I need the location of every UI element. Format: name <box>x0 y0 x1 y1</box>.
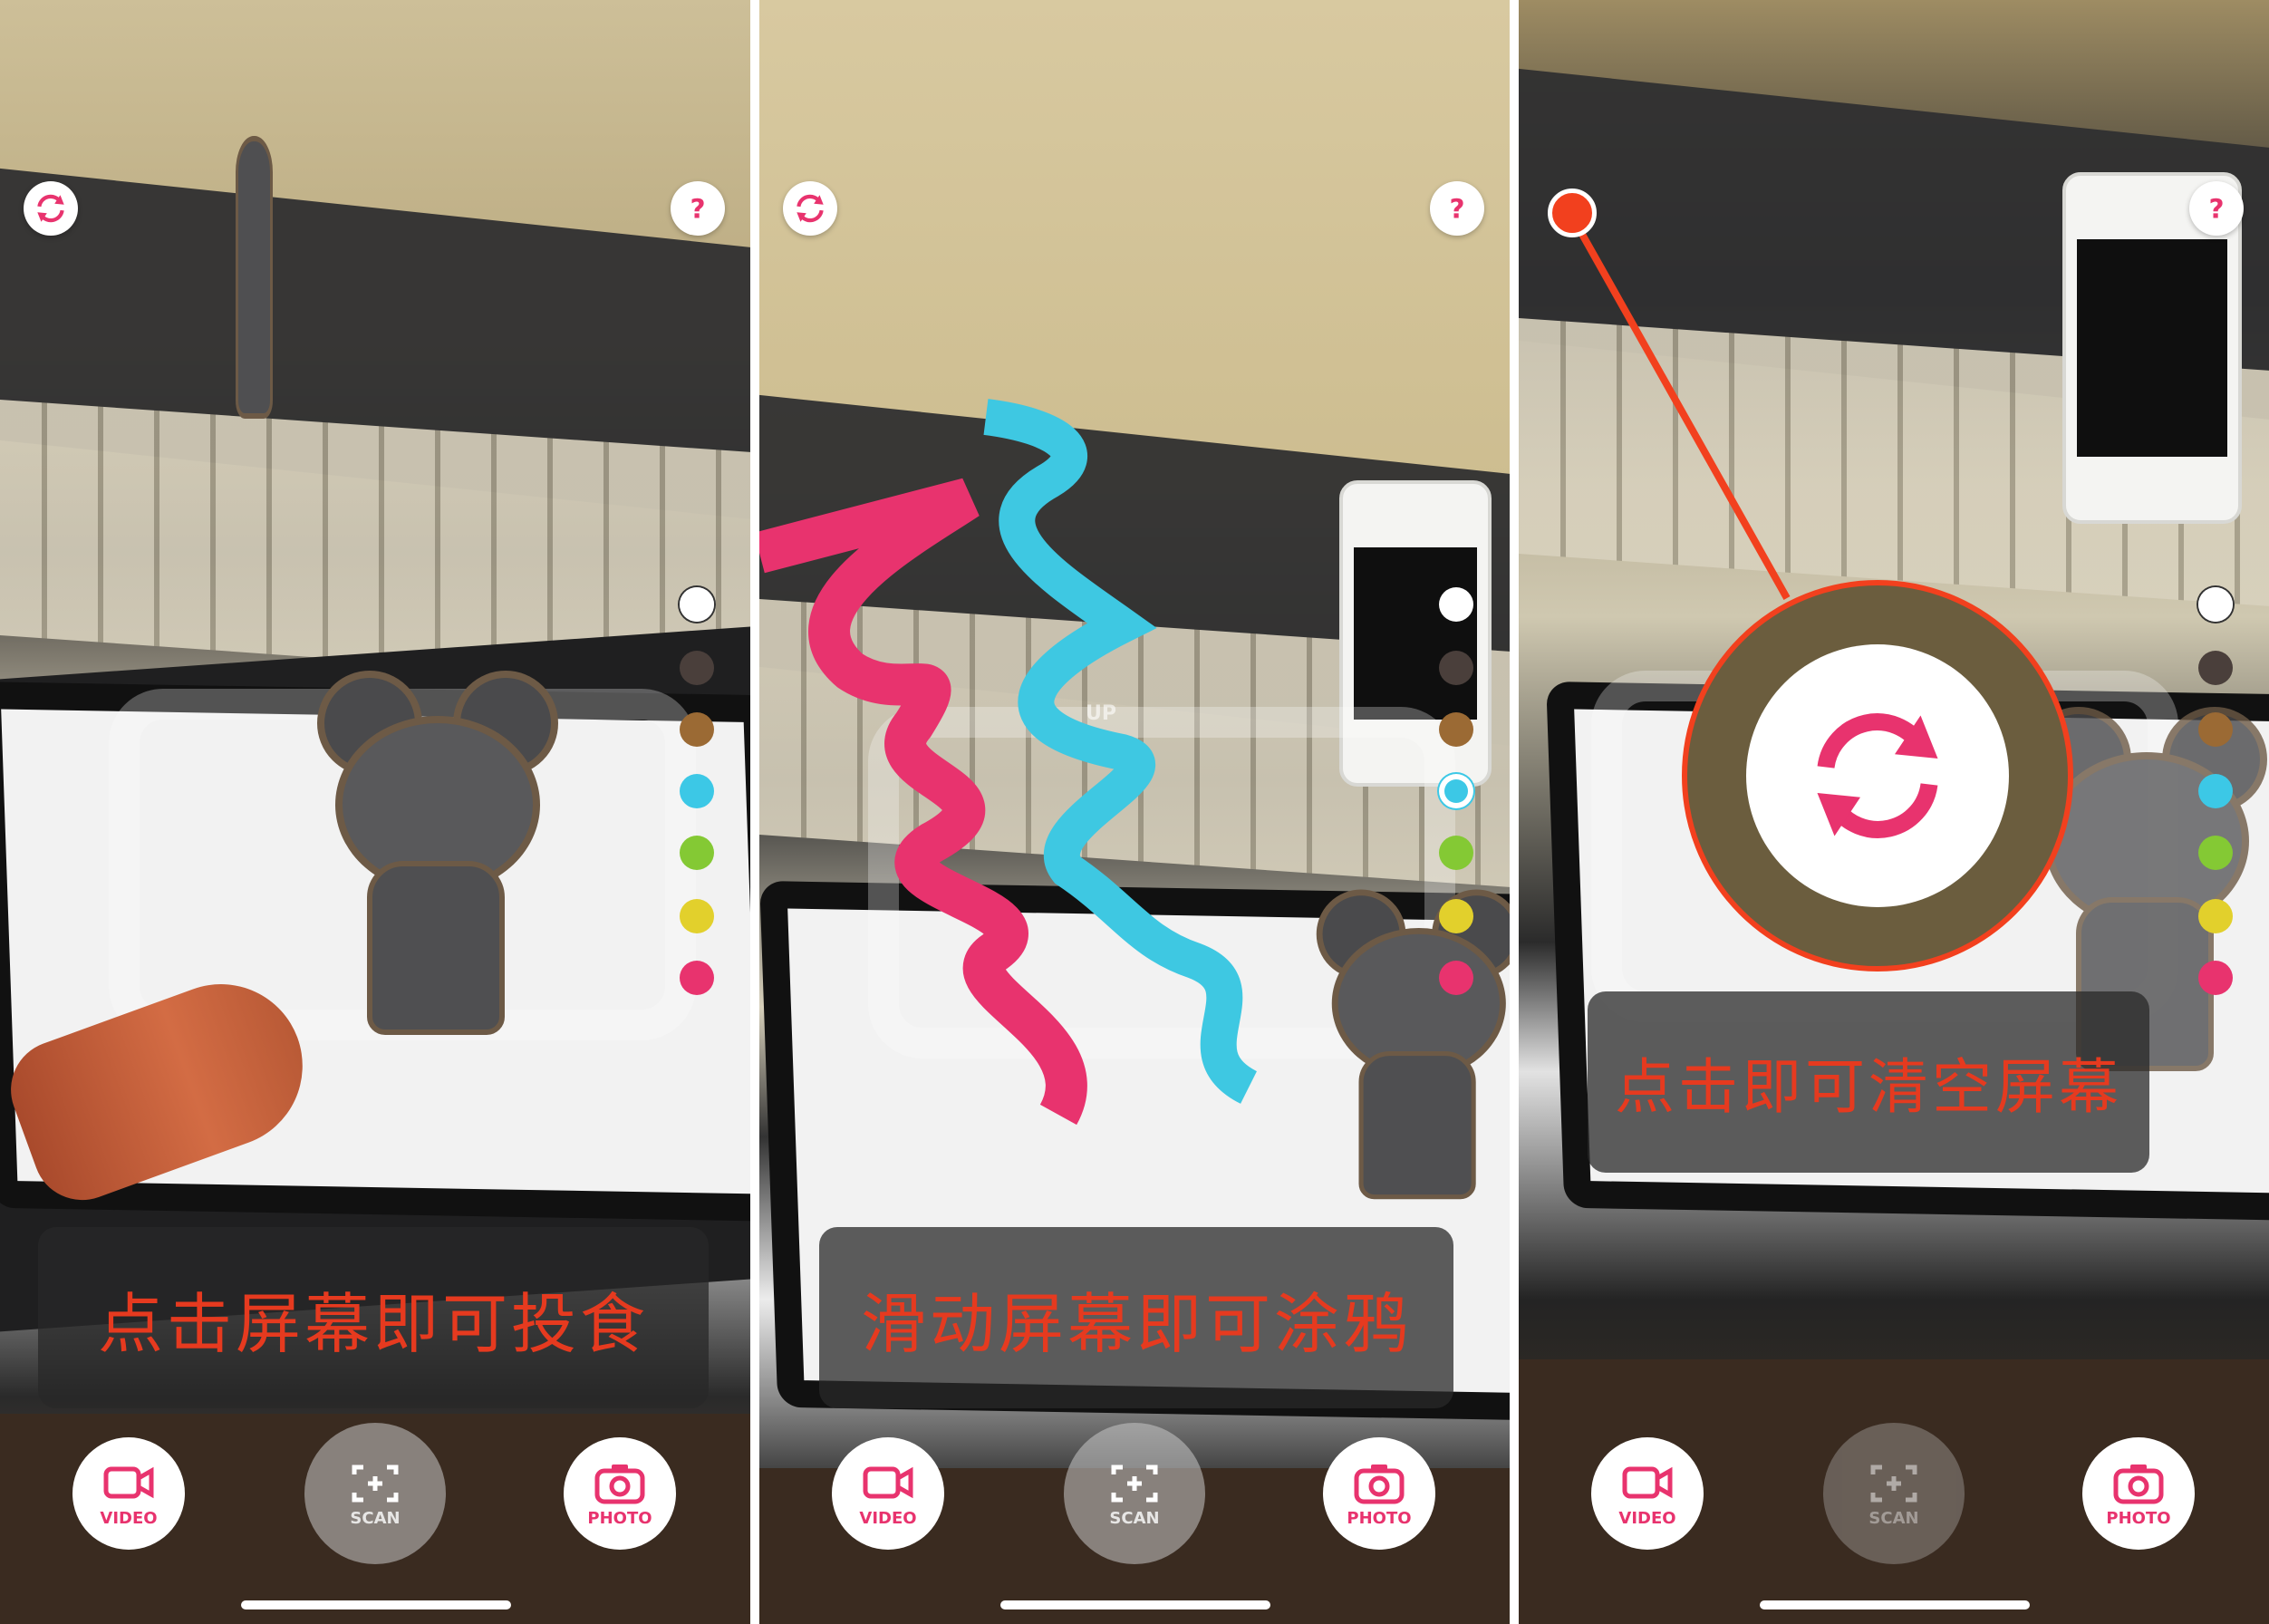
color-swatch-white[interactable] <box>680 587 714 622</box>
color-swatch-yellow[interactable] <box>1439 899 1473 933</box>
camera-icon <box>594 1464 645 1503</box>
svg-text:?: ? <box>690 194 705 225</box>
photo-button[interactable]: PHOTO <box>564 1437 676 1550</box>
home-indicator <box>1760 1600 2030 1610</box>
zoomed-reset-button <box>1746 644 2009 907</box>
color-swatch-brown[interactable] <box>1439 712 1473 747</box>
scan-button[interactable]: SCAN <box>1064 1423 1205 1564</box>
help-button[interactable]: ? <box>671 181 725 236</box>
refresh-icon <box>797 194 824 223</box>
hint-box: 点击屏幕即可投食 <box>38 1227 709 1408</box>
color-swatch-dark-brown[interactable] <box>2198 651 2233 685</box>
color-swatch-yellow[interactable] <box>680 899 714 933</box>
help-button[interactable]: ? <box>1430 181 1484 236</box>
color-swatch-dark-brown[interactable] <box>680 651 714 685</box>
question-icon: ? <box>2208 194 2224 225</box>
color-swatch-brown[interactable] <box>680 712 714 747</box>
color-swatch-cyan[interactable] <box>1439 774 1473 808</box>
ar-mouse-character <box>317 671 558 1051</box>
color-swatch-cyan[interactable] <box>680 774 714 808</box>
video-button[interactable]: VIDEO <box>832 1437 944 1550</box>
photo-label: PHOTO <box>2106 1508 2171 1528</box>
svg-text:?: ? <box>1449 194 1464 225</box>
scan-label: SCAN <box>1109 1508 1160 1528</box>
color-swatch-cyan[interactable] <box>2198 774 2233 808</box>
color-swatch-pink[interactable] <box>1439 961 1473 995</box>
color-swatch-green[interactable] <box>1439 836 1473 870</box>
photo-button[interactable]: PHOTO <box>1323 1437 1435 1550</box>
video-label: VIDEO <box>859 1508 917 1528</box>
video-label: VIDEO <box>100 1508 158 1528</box>
refresh-icon <box>37 194 64 223</box>
color-swatch-green[interactable] <box>680 836 714 870</box>
scan-button[interactable]: SCAN <box>1823 1423 1965 1564</box>
doodle-stroke-pink <box>759 478 1087 1126</box>
question-icon: ? <box>690 194 705 225</box>
screenshot-panel-feed: UP ? 点击屏幕即可投食 VIDEO <box>0 0 750 1624</box>
color-swatch-pink[interactable] <box>2198 961 2233 995</box>
scan-focus-icon <box>1111 1464 1158 1502</box>
camera-icon <box>2113 1464 2164 1503</box>
ar-mouse-character-far <box>236 82 273 426</box>
video-camera-icon <box>863 1466 913 1498</box>
scan-focus-icon <box>1870 1464 1917 1502</box>
doodle-stroke-cyan <box>983 399 1258 1104</box>
video-button[interactable]: VIDEO <box>1591 1437 1704 1550</box>
video-label: VIDEO <box>1618 1508 1676 1528</box>
hint-box: 点击即可清空屏幕 <box>1588 991 2149 1173</box>
reset-button-highlighted[interactable] <box>1548 188 1597 237</box>
video-camera-icon <box>1622 1466 1673 1498</box>
home-indicator <box>241 1600 511 1610</box>
scan-label: SCAN <box>1868 1508 1919 1528</box>
home-indicator <box>1000 1600 1270 1610</box>
color-swatch-pink[interactable] <box>680 961 714 995</box>
video-camera-icon <box>103 1466 154 1498</box>
reset-button[interactable] <box>24 181 78 236</box>
photo-label: PHOTO <box>587 1508 652 1528</box>
photo-button[interactable]: PHOTO <box>2082 1437 2195 1550</box>
scan-button[interactable]: SCAN <box>304 1423 446 1564</box>
color-swatch-yellow[interactable] <box>2198 899 2233 933</box>
color-swatch-dark-brown[interactable] <box>1439 651 1473 685</box>
video-button[interactable]: VIDEO <box>72 1437 185 1550</box>
question-icon: ? <box>1449 194 1464 225</box>
reset-button[interactable] <box>783 181 837 236</box>
camera-icon <box>1354 1464 1405 1503</box>
zoom-callout-circle <box>1682 580 2073 972</box>
svg-text:?: ? <box>2208 194 2224 225</box>
hint-text: 点击屏幕即可投食 <box>97 1285 649 1362</box>
hint-box: 滑动屏幕即可涂鸦 <box>819 1227 1453 1408</box>
color-swatch-brown[interactable] <box>2198 712 2233 747</box>
color-swatch-green[interactable] <box>2198 836 2233 870</box>
scan-focus-icon <box>352 1464 399 1502</box>
refresh-icon <box>1817 713 1938 838</box>
hint-text: 点击即可清空屏幕 <box>1615 1052 2122 1122</box>
scan-label: SCAN <box>350 1508 401 1528</box>
color-swatch-white[interactable] <box>1439 587 1473 622</box>
hint-text: 滑动屏幕即可涂鸦 <box>860 1285 1412 1362</box>
ar-mouse-character <box>1316 889 1510 1213</box>
help-button[interactable]: ? <box>2189 181 2244 236</box>
color-swatch-white[interactable] <box>2198 587 2233 622</box>
photo-label: PHOTO <box>1347 1508 1412 1528</box>
screenshot-panel-doodle: UP ? 滑动屏幕即可涂鸦 VIDEO SCAN PHOTO <box>759 0 1510 1624</box>
